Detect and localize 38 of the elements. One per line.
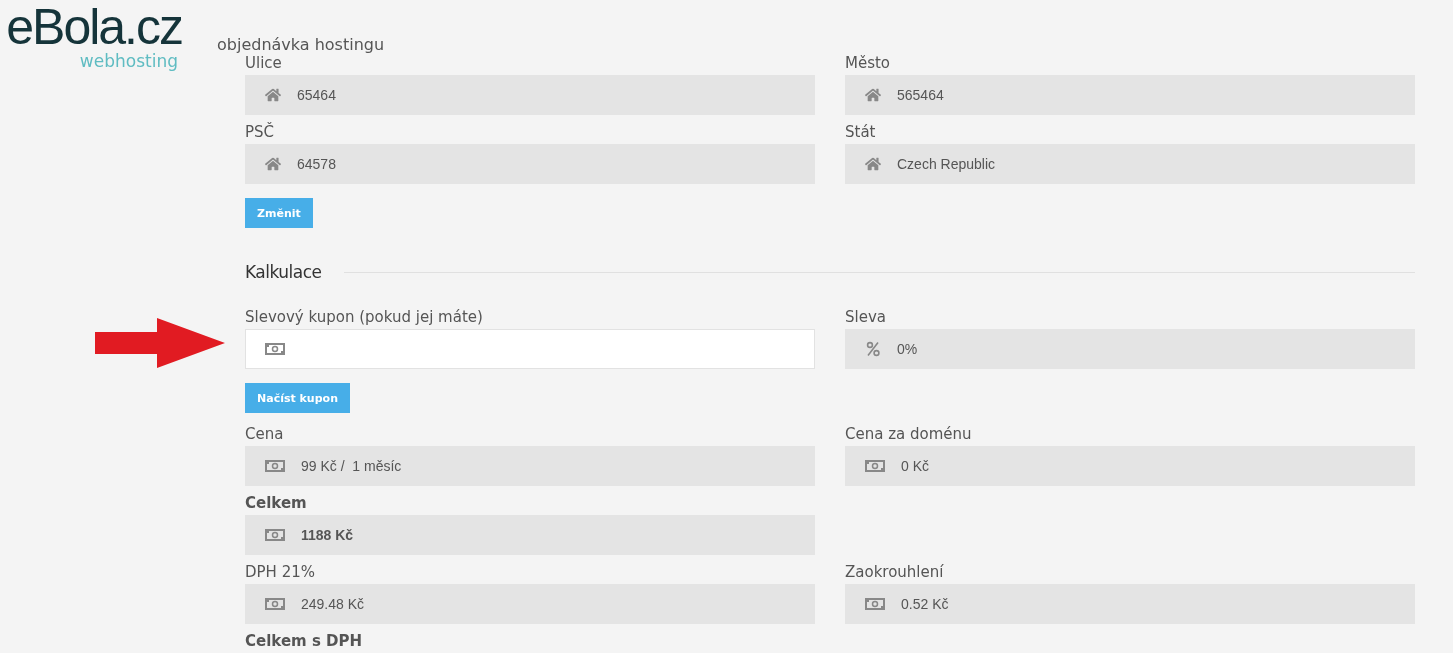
field-label: Sleva [845, 308, 886, 327]
percent-icon [865, 341, 881, 357]
field-label: Ulice [245, 54, 282, 73]
field-label: Slevový kupon (pokud jej máte) [245, 308, 483, 327]
money-icon [265, 529, 285, 541]
field-label: Cena za doménu [845, 425, 972, 444]
home-icon [265, 156, 281, 172]
field-label: PSČ [245, 123, 275, 142]
page-title: objednávka hostingu [217, 36, 385, 54]
readonly-field[interactable]: 64578 [245, 144, 815, 184]
field-label: Zaokrouhlení [845, 563, 944, 582]
field-label: Celkem [245, 494, 307, 513]
money-icon [865, 460, 885, 472]
field-label: Stát [845, 123, 876, 142]
home-icon [865, 156, 881, 172]
section-heading: Kalkulace [245, 262, 322, 282]
money-icon [865, 598, 885, 610]
readonly-field[interactable]: 0.52 Kč [845, 584, 1415, 624]
readonly-field[interactable]: 0 Kč [845, 446, 1415, 486]
input-field[interactable] [245, 329, 815, 369]
home-icon [865, 87, 881, 103]
readonly-field[interactable]: 99 Kč / 1 měsíc [245, 446, 815, 486]
field-label: Cena [245, 425, 284, 444]
readonly-field[interactable]: Czech Republic [845, 144, 1415, 184]
field-label: DPH 21% [245, 563, 315, 582]
logo-name: eBola.cz [6, 2, 182, 52]
readonly-field[interactable]: 0% [845, 329, 1415, 369]
readonly-field[interactable]: 249.48 Kč [245, 584, 815, 624]
field-label: Celkem s DPH [245, 632, 363, 651]
field-label: Město [845, 54, 891, 73]
readonly-field[interactable]: 565464 [845, 75, 1415, 115]
readonly-field[interactable]: 1188 Kč [245, 515, 815, 555]
readonly-field[interactable]: 65464 [245, 75, 815, 115]
money-icon [265, 598, 285, 610]
logo-tagline: webhosting [79, 52, 178, 70]
money-icon [265, 343, 285, 355]
home-icon [265, 87, 281, 103]
money-icon [265, 460, 285, 472]
